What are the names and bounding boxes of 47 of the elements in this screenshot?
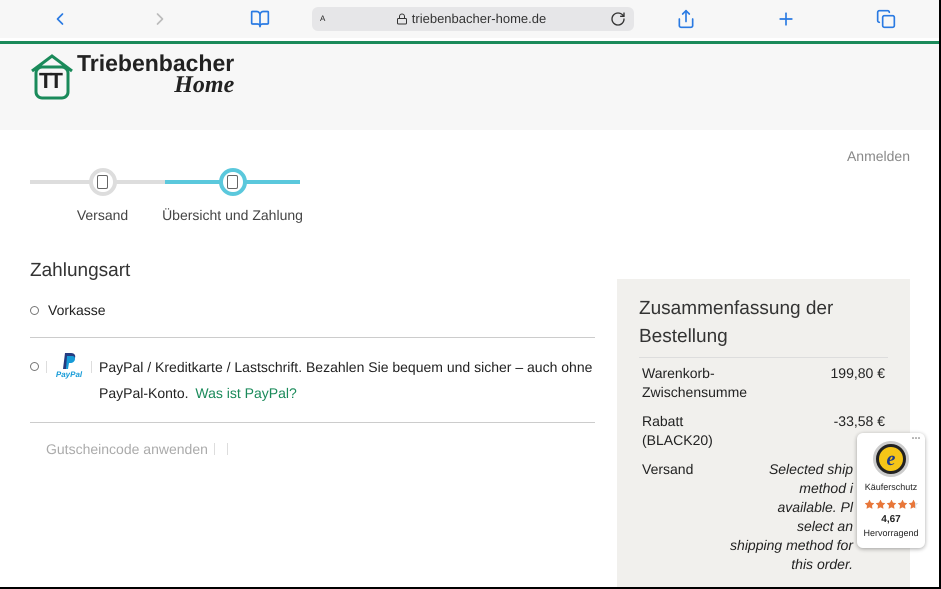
section-title: Zahlungsart [30, 259, 132, 283]
reload-icon[interactable] [610, 11, 626, 27]
summary-label: Warenkorb-Zwischensumme [642, 364, 748, 402]
step-indicator[interactable] [218, 168, 246, 196]
text-size-button[interactable]: A [320, 13, 332, 25]
logo-name: Triebenbacher [77, 52, 234, 75]
star-icon [874, 498, 886, 510]
address-bar[interactable]: A triebenbacher-home.de [312, 7, 634, 31]
badge-label: Käuferschutz [864, 481, 918, 494]
radio-button[interactable] [30, 362, 39, 371]
summary-label: Rabatt (BLACK20) [642, 412, 714, 450]
shipping-note-line: this order. [791, 555, 853, 574]
star-icon [886, 498, 896, 510]
paypal-info-link[interactable]: Was ist PayPal? [195, 384, 297, 400]
tabs-icon[interactable] [876, 9, 896, 29]
option-description: PayPal / Kreditkarte / Lastschrift. Bezahlen Sie bequem und sicher – auch ohne PayPal-Konto. Was ist PayPal? [99, 358, 594, 403]
rating-value: 4,67 [881, 512, 901, 526]
url-text: triebenbacher-home.de [412, 10, 546, 28]
paypal-p-icon [62, 353, 76, 370]
summary-value: 199,80 € [830, 364, 885, 383]
login-link[interactable]: Anmelden [846, 146, 910, 167]
house-icon [30, 53, 74, 101]
star-icon [864, 498, 874, 510]
radio-button[interactable] [30, 306, 39, 314]
star-icon [896, 498, 908, 510]
logo-mark: TT [39, 70, 60, 92]
rating-verdict: Hervorragend [863, 526, 919, 540]
step-indicator[interactable] [88, 168, 116, 196]
share-icon[interactable] [676, 9, 696, 29]
summary-value: -33,58 € [834, 412, 885, 431]
option-label: Vorkasse [48, 300, 106, 320]
summary-title: Zusammenfassung der Bestellung [639, 295, 888, 358]
seal-letter: e [886, 449, 896, 469]
shipping-note-line: Selected ship [768, 460, 853, 479]
shipping-note-line: select an [796, 517, 853, 536]
star-icon [908, 498, 918, 510]
paypal-wordmark: PayPal [56, 370, 82, 380]
step-label: Übersicht und Zahlung [162, 206, 303, 225]
bookmarks-icon[interactable] [250, 9, 270, 29]
logo-subtitle: Home [174, 73, 234, 97]
shipping-note-line: shipping method for [730, 536, 853, 555]
lock-icon [396, 13, 408, 25]
summary-label: Versand [642, 460, 694, 479]
step-label: Versand [76, 206, 128, 225]
trust-badge[interactable]: e Käuferschutz 4,67 Hervorragend [857, 433, 925, 548]
shipping-note-line: available. Pl [778, 498, 853, 517]
shipping-note-line: method i [799, 479, 853, 498]
